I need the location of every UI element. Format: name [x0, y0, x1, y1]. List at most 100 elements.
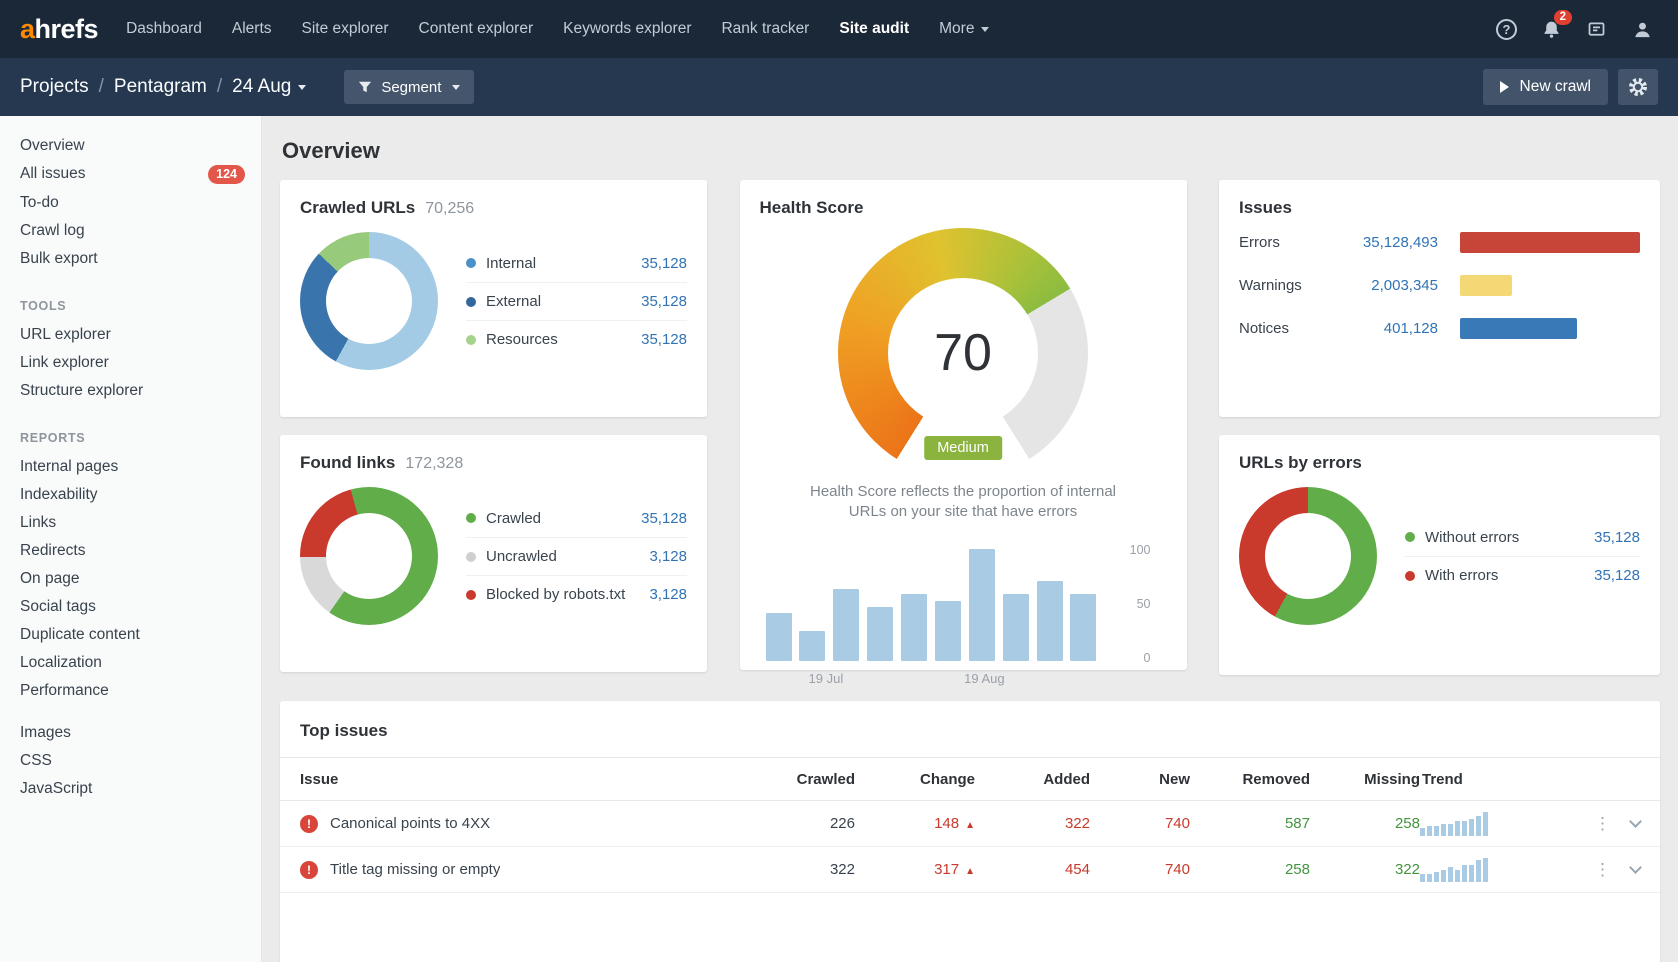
chevron-down-icon[interactable] [1629, 861, 1642, 874]
sidebar-item-link-explorer[interactable]: Link explorer [0, 349, 261, 377]
health-score-history-chart: 100 50 0 19 Jul 19 Aug [760, 543, 1167, 689]
donut-hole [326, 513, 412, 599]
sidebar-item-label: Redirects [20, 542, 85, 560]
nav-site-audit[interactable]: Site audit [839, 20, 909, 38]
sidebar-item-internal-pages[interactable]: Internal pages [0, 453, 261, 481]
legend-value-link[interactable]: 35,128 [641, 255, 687, 272]
segment-button[interactable]: Segment [344, 70, 474, 104]
new-value: 740 [1090, 815, 1190, 832]
help-icon[interactable]: ? [1496, 19, 1517, 40]
sidebar-item-all-issues[interactable]: All issues124 [0, 160, 261, 189]
issues-row-value-link[interactable]: 2,003,345 [1331, 277, 1438, 294]
new-crawl-button[interactable]: New crawl [1483, 69, 1608, 105]
sidebar-item-images[interactable]: Images [0, 719, 261, 747]
sidebar: Overview All issues124 To-do Crawl log B… [0, 116, 262, 962]
crawl-date-select[interactable]: 24 Aug [232, 76, 306, 98]
issue-link[interactable]: Canonical points to 4XX [330, 815, 490, 832]
col-header-new: New [1090, 771, 1190, 788]
legend-value-link[interactable]: 35,128 [641, 331, 687, 348]
page-title: Overview [282, 138, 1658, 164]
legend-dot [1405, 532, 1415, 542]
sidebar-item-duplicate-content[interactable]: Duplicate content [0, 621, 261, 649]
sidebar-item-on-page[interactable]: On page [0, 565, 261, 593]
x-tick: 19 Jul [809, 671, 844, 686]
sidebar-item-performance[interactable]: Performance [0, 677, 261, 705]
x-tick: 19 Aug [964, 671, 1005, 686]
legend-dot [466, 552, 476, 562]
y-tick: 0 [1144, 651, 1151, 665]
ahrefs-logo[interactable]: ahrefs [20, 14, 98, 45]
sidebar-item-url-explorer[interactable]: URL explorer [0, 321, 261, 349]
sidebar-item-label: On page [20, 570, 79, 588]
legend-value-link[interactable]: 3,128 [649, 586, 687, 603]
funnel-icon [358, 80, 372, 94]
legend-dot [466, 513, 476, 523]
sidebar-item-localization[interactable]: Localization [0, 649, 261, 677]
notifications-button[interactable]: 2 [1541, 19, 1562, 40]
new-value: 740 [1090, 861, 1190, 878]
col-header-removed: Removed [1190, 771, 1310, 788]
nav-keywords-explorer[interactable]: Keywords explorer [563, 20, 691, 38]
nav-alerts[interactable]: Alerts [232, 20, 272, 38]
logo-a: a [20, 14, 35, 44]
sidebar-item-redirects[interactable]: Redirects [0, 537, 261, 565]
legend-value-link[interactable]: 35,128 [1594, 567, 1640, 584]
legend-label: Internal [486, 255, 536, 272]
legend-label: Without errors [1425, 529, 1519, 546]
sidebar-item-label: JavaScript [20, 780, 92, 798]
issues-row-value-link[interactable]: 35,128,493 [1331, 234, 1438, 251]
legend-value-link[interactable]: 3,128 [649, 548, 687, 565]
sidebar-item-javascript[interactable]: JavaScript [0, 775, 261, 803]
legend-value-link[interactable]: 35,128 [641, 293, 687, 310]
y-tick: 100 [1130, 543, 1151, 557]
sidebar-item-label: Social tags [20, 598, 96, 616]
error-severity-icon: ! [300, 815, 318, 833]
issues-bar-track [1460, 275, 1640, 296]
history-y-axis: 100 50 0 [1130, 543, 1151, 665]
chevron-down-icon [298, 85, 306, 90]
issues-row-notices: Notices 401,128 [1239, 309, 1640, 347]
settings-gear-button[interactable] [1618, 69, 1658, 105]
kebab-menu-icon[interactable]: ⋮ [1594, 861, 1611, 878]
table-row[interactable]: ! Canonical points to 4XX 226 148▲ 322 7… [280, 801, 1660, 847]
nav-rank-tracker[interactable]: Rank tracker [721, 20, 809, 38]
sidebar-item-social-tags[interactable]: Social tags [0, 593, 261, 621]
gear-icon [1628, 77, 1648, 97]
nav-dashboard[interactable]: Dashboard [126, 20, 202, 38]
trend-up-icon: ▲ [965, 820, 975, 831]
nav-more-label: More [939, 20, 974, 38]
sidebar-item-crawl-log[interactable]: Crawl log [0, 217, 261, 245]
legend-label: With errors [1425, 567, 1498, 584]
sidebar-item-bulk-export[interactable]: Bulk export [0, 245, 261, 273]
legend-item-crawled: Crawled 35,128 [466, 499, 687, 537]
chevron-down-icon[interactable] [1629, 815, 1642, 828]
change-value: 317▲ [855, 861, 975, 878]
sidebar-item-to-do[interactable]: To-do [0, 189, 261, 217]
legend-value-link[interactable]: 35,128 [1594, 529, 1640, 546]
crawled-urls-card: Crawled URLs 70,256 Internal 35,128 [280, 180, 707, 417]
kebab-menu-icon[interactable]: ⋮ [1594, 815, 1611, 832]
nav-more[interactable]: More [939, 20, 989, 38]
urls-by-errors-donut-chart [1239, 487, 1377, 625]
sidebar-item-structure-explorer[interactable]: Structure explorer [0, 377, 261, 405]
nav-content-explorer[interactable]: Content explorer [419, 20, 534, 38]
missing-value: 258 [1310, 815, 1420, 832]
feedback-button[interactable] [1586, 19, 1607, 40]
issues-bar-track [1460, 232, 1640, 253]
user-menu-button[interactable] [1631, 18, 1654, 41]
breadcrumb-projects[interactable]: Projects [20, 76, 89, 98]
issues-row-value-link[interactable]: 401,128 [1331, 320, 1438, 337]
breadcrumb-project-name[interactable]: Pentagram [114, 76, 207, 98]
sidebar-item-label: Link explorer [20, 354, 109, 372]
issue-link[interactable]: Title tag missing or empty [330, 861, 500, 878]
legend-value-link[interactable]: 35,128 [641, 510, 687, 527]
sidebar-item-links[interactable]: Links [0, 509, 261, 537]
sidebar-item-css[interactable]: CSS [0, 747, 261, 775]
nav-site-explorer[interactable]: Site explorer [302, 20, 389, 38]
sidebar-item-overview[interactable]: Overview [0, 132, 261, 160]
col-header-crawled: Crawled [765, 771, 855, 788]
sidebar-item-label: Localization [20, 654, 102, 672]
sidebar-item-indexability[interactable]: Indexability [0, 481, 261, 509]
table-row[interactable]: ! Title tag missing or empty 322 317▲ 45… [280, 847, 1660, 893]
legend-label: Uncrawled [486, 548, 557, 565]
